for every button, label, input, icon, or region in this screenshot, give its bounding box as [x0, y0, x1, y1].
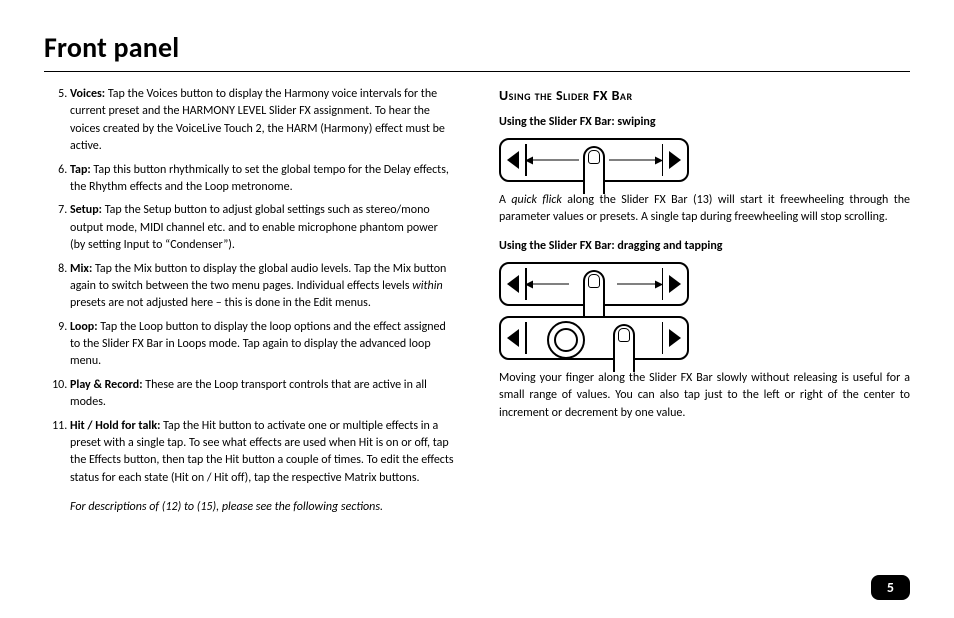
triangle-right-icon — [669, 329, 681, 347]
document-page: Front panel Voices: Tap the Voices butto… — [0, 0, 954, 618]
tap-ring-inner-icon — [554, 328, 578, 352]
slider-tap-icon — [499, 316, 689, 360]
triangle-left-icon — [507, 275, 519, 293]
term-body: Tap this button rhythmically to set the … — [70, 163, 449, 194]
definition-item: Loop: Tap the Loop button to display the… — [70, 319, 455, 371]
term-body: Tap the Setup button to adjust global se… — [70, 203, 438, 252]
text: A — [499, 193, 511, 207]
term-body: Tap the Loop button to display the loop … — [70, 320, 446, 369]
fingernail-icon — [618, 328, 630, 342]
paragraph-dragging: Moving your finger along the Slider FX B… — [499, 370, 910, 422]
text-italic: quick flick — [511, 193, 562, 207]
finger-icon — [583, 146, 605, 190]
numbered-definitions: Voices: Tap the Voices button to display… — [44, 86, 455, 487]
paragraph-swiping: A quick flick along the Slider FX Bar (1… — [499, 192, 910, 227]
triangle-left-icon — [507, 329, 519, 347]
term-body: presets are not adjusted here – this is … — [70, 296, 371, 310]
term-body: Tap the Mix button to display the global… — [70, 262, 446, 293]
triangle-right-icon — [669, 275, 681, 293]
fingernail-icon — [588, 150, 600, 164]
arrow-right-icon — [617, 283, 657, 284]
arrow-left-icon — [531, 159, 579, 160]
page-title: Front panel — [44, 30, 910, 65]
definition-item: Play & Record: These are the Loop transp… — [70, 377, 455, 412]
separator-icon — [662, 268, 664, 300]
finger-icon — [613, 324, 635, 368]
section-heading: Using the Slider FX Bar — [499, 86, 910, 106]
separator-icon — [662, 322, 664, 354]
term: Setup: — [70, 203, 105, 217]
definition-item: Mix: Tap the Mix button to display the g… — [70, 261, 455, 313]
term-body: Tap the Voices button to display the Har… — [70, 87, 445, 153]
definition-item: Setup: Tap the Setup button to adjust gl… — [70, 202, 455, 254]
definition-item: Hit / Hold for talk: Tap the Hit button … — [70, 418, 455, 488]
fingernail-icon — [588, 274, 600, 288]
term: Tap: — [70, 163, 93, 177]
left-column: Voices: Tap the Voices button to display… — [44, 86, 455, 517]
term: Play & Record: — [70, 378, 145, 392]
finger-icon — [583, 270, 605, 314]
separator-icon — [525, 322, 527, 354]
footnote: For descriptions of (12) to (15), please… — [70, 499, 455, 516]
slider-drag-icon — [499, 262, 689, 306]
subheading-swiping: Using the Slider FX Bar: swiping — [499, 114, 910, 131]
subheading-dragging: Using the Slider FX Bar: dragging and ta… — [499, 238, 910, 255]
slider-swipe-icon — [499, 138, 689, 182]
title-rule — [44, 71, 910, 72]
triangle-left-icon — [507, 151, 519, 169]
triangle-right-icon — [669, 151, 681, 169]
arrow-left-icon — [531, 283, 569, 284]
arrow-right-icon — [609, 159, 657, 160]
term: Mix: — [70, 262, 95, 276]
page-number-badge: 5 — [871, 575, 910, 600]
two-column-layout: Voices: Tap the Voices button to display… — [44, 86, 910, 517]
term: Loop: — [70, 320, 100, 334]
right-column: Using the Slider FX Bar Using the Slider… — [499, 86, 910, 517]
definition-item: Voices: Tap the Voices button to display… — [70, 86, 455, 156]
term: Hit / Hold for talk: — [70, 419, 163, 433]
definition-item: Tap: Tap this button rhythmically to set… — [70, 162, 455, 197]
separator-icon — [662, 144, 664, 176]
term: Voices: — [70, 87, 108, 101]
term-body-italic: within — [412, 279, 442, 293]
